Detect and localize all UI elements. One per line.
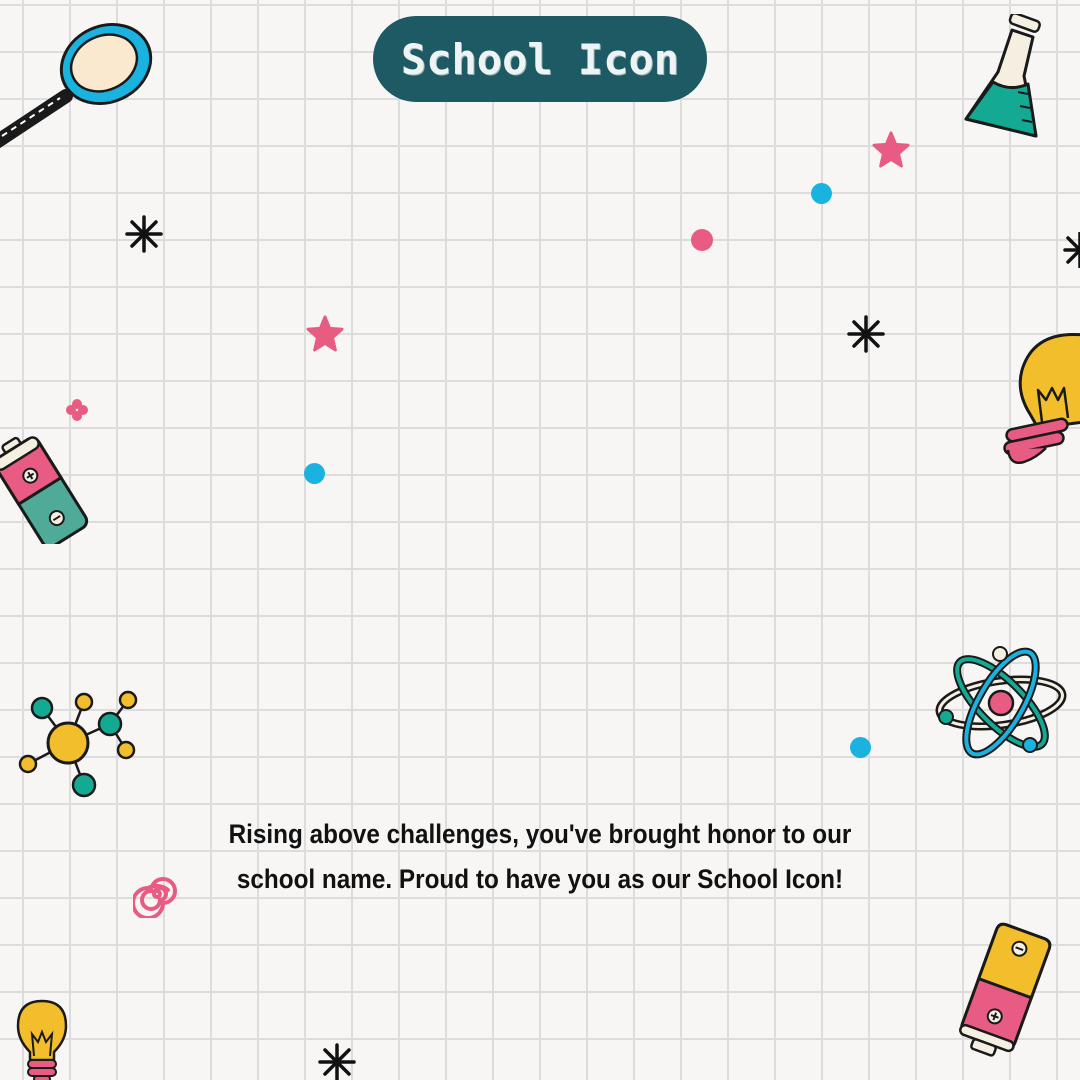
atom-icon [935, 646, 1067, 759]
battery-icon [959, 922, 1052, 1057]
asterisk-icon [847, 315, 885, 353]
lightbulb-icon [16, 999, 68, 1080]
magnifying-glass-icon [0, 22, 153, 149]
page-title: School Icon [400, 34, 680, 84]
dot-icon [811, 183, 832, 204]
dot-icon [304, 463, 325, 484]
dot-icon [850, 737, 871, 758]
molecule-icon [18, 690, 138, 798]
flask-icon [964, 14, 1041, 138]
dot-icon [691, 229, 713, 251]
asterisk-icon [318, 1043, 356, 1080]
lightbulb-icon [1003, 332, 1080, 464]
asterisk-icon [1063, 232, 1080, 268]
star-icon [872, 131, 910, 168]
message-text: Rising above challenges, you've brought … [228, 819, 852, 894]
spiral-icon [133, 877, 177, 918]
battery-icon [0, 436, 89, 544]
star-icon [306, 315, 344, 352]
title-badge: School Icon [373, 16, 707, 102]
flower-icon [66, 399, 88, 421]
asterisk-icon [125, 215, 163, 253]
